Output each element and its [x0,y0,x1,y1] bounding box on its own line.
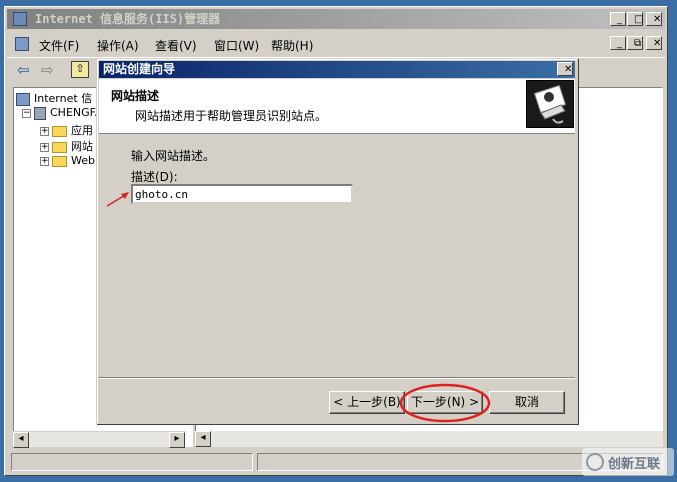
scroll-right-arrow-icon[interactable]: ▸ [169,432,185,448]
expand-box-icon[interactable]: + [40,142,49,152]
folder-icon [52,155,67,167]
status-bar [11,453,253,471]
collapse-box-icon[interactable]: − [22,108,31,118]
wizard-header-title: 网站描述 [111,89,160,103]
tree-item-label: Web [71,154,95,167]
folder-icon [52,125,67,137]
watermark-logo: 创新互联 [582,448,674,476]
main-title-bar[interactable]: Internet 信息服务(IIS)管理器 [7,9,665,29]
tree-horizontal-scrollbar[interactable]: ◂ ▸ [13,431,185,448]
wizard-title-bar[interactable]: 网站创建向导 [99,61,575,78]
menu-help[interactable]: 帮助(H) [271,37,313,54]
wizard-header-subtitle: 网站描述用于帮助管理员识别站点。 [135,109,328,123]
website-creation-wizard: 网站创建向导 ✕ 网站描述 网站描述用于帮助管理员识别站点。 输入网站描述。 描… [96,58,578,424]
menu-action[interactable]: 操作(A) [97,37,139,54]
tree-server[interactable]: − CHENGFA [22,106,103,120]
watermark-circle-icon [586,453,604,471]
details-horizontal-scrollbar[interactable]: ◂ [195,431,663,447]
menu-file[interactable]: 文件(F) [39,37,79,54]
menu-window[interactable]: 窗口(W) [214,37,259,54]
forward-arrow-icon[interactable]: ⇨ [41,61,54,79]
wizard-header: 网站描述 网站描述用于帮助管理员识别站点。 [99,79,575,134]
description-label: 描述(D): [131,170,178,184]
wizard-button-divider [99,377,575,379]
scroll-left-arrow-icon[interactable]: ◂ [13,432,29,448]
expand-box-icon[interactable]: + [40,156,49,166]
wizard-prompt: 输入网站描述。 [131,149,216,163]
folder-icon [52,141,67,153]
expand-box-icon[interactable]: + [40,126,49,136]
tree-item-label: 应用 [71,124,93,137]
cancel-button[interactable]: 取消 [489,391,565,414]
tree-item-label: 网站 [71,140,93,153]
menu-view[interactable]: 查看(V) [155,37,197,54]
tree-root[interactable]: Internet 信 [16,90,92,106]
back-arrow-icon[interactable]: ⇦ [17,61,30,79]
description-input[interactable] [131,184,353,204]
iis-root-icon [16,92,30,106]
annotation-arrow-icon [106,192,129,207]
close-button[interactable]: ✕ [646,12,662,26]
mmc-icon [15,37,29,51]
tree-server-label: CHENGFA [50,106,103,119]
child-restore-button[interactable]: ⧉ [627,36,643,50]
server-icon [34,106,46,120]
iis-app-icon [13,12,27,26]
menu-bar: 文件(F) 操作(A) 查看(V) 窗口(W) 帮助(H) _ ⧉ ✕ [7,33,665,55]
wizard-banner-icon [526,80,574,128]
main-window-title: Internet 信息服务(IIS)管理器 [35,12,221,26]
child-close-button[interactable]: ✕ [646,36,662,50]
wizard-title: 网站创建向导 [103,62,176,76]
wizard-close-button[interactable]: ✕ [557,62,573,76]
tree-item-websites[interactable]: + 网站 [40,138,93,154]
tree-item-app-pools[interactable]: + 应用 [40,122,93,138]
tree-root-label: Internet 信 [34,92,93,105]
back-button[interactable]: < 上一步(B) [329,391,405,414]
annotation-highlight-ellipse [399,383,491,423]
tree-item-web-extensions[interactable]: + Web [40,154,95,167]
scroll-left-arrow-icon[interactable]: ◂ [195,431,211,447]
watermark-text: 创新互联 [608,457,661,472]
minimize-button[interactable]: _ [610,12,626,26]
child-minimize-button[interactable]: _ [610,36,626,50]
up-folder-icon[interactable]: ⇧ [71,61,89,78]
maximize-button[interactable]: □ [627,12,643,26]
